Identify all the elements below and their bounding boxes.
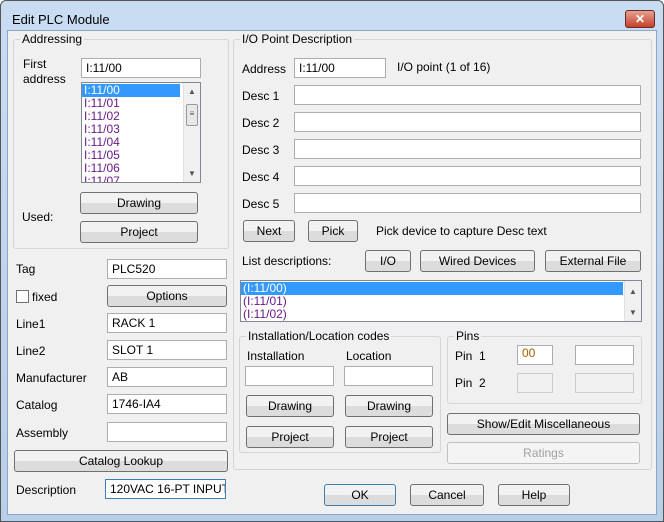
installation-input[interactable] xyxy=(245,366,334,386)
manufacturer-label: Manufacturer xyxy=(16,371,87,385)
installation-label: Installation xyxy=(247,349,305,363)
fixed-checkbox[interactable] xyxy=(16,290,29,303)
first-address-label: First address xyxy=(23,57,66,86)
pick-button[interactable]: Pick xyxy=(308,220,358,242)
used-project-button[interactable]: Project xyxy=(80,221,198,243)
tag-label: Tag xyxy=(16,262,36,276)
line2-input[interactable]: SLOT 1 xyxy=(107,340,227,360)
options-button[interactable]: Options xyxy=(107,285,227,307)
location-drawing-button[interactable]: Drawing xyxy=(345,395,433,417)
address-input[interactable]: I:11/00 xyxy=(294,58,386,78)
line1-input[interactable]: RACK 1 xyxy=(107,313,227,333)
desc2-label: Desc 2 xyxy=(242,116,280,130)
io-button[interactable]: I/O xyxy=(365,250,411,272)
catalog-lookup-button[interactable]: Catalog Lookup xyxy=(14,450,228,472)
desc2-input[interactable] xyxy=(294,112,641,132)
list-item[interactable]: (I:11/02) xyxy=(241,308,641,321)
external-file-button[interactable]: External File xyxy=(545,250,641,272)
pin1-input[interactable]: 00 xyxy=(517,345,553,365)
addressing-legend: Addressing xyxy=(20,32,85,46)
desc4-label: Desc 4 xyxy=(242,170,280,184)
pin2-label: Pin 2 xyxy=(455,376,486,390)
show-edit-miscellaneous-button[interactable]: Show/Edit Miscellaneous xyxy=(447,413,640,435)
desc1-input[interactable] xyxy=(294,85,641,105)
first-address-input[interactable]: I:11/00 xyxy=(81,58,201,78)
ratings-button[interactable]: Ratings xyxy=(447,442,640,464)
tag-input[interactable]: PLC520 xyxy=(107,259,227,279)
pin2-input[interactable] xyxy=(517,373,553,393)
line1-label: Line1 xyxy=(16,317,46,331)
catalog-input[interactable]: 1746-IA4 xyxy=(107,394,227,414)
fixed-label: fixed xyxy=(32,290,58,304)
pick-hint: Pick device to capture Desc text xyxy=(376,224,547,238)
io-point-info: I/O point (1 of 16) xyxy=(397,60,491,74)
location-label: Location xyxy=(346,349,392,363)
location-project-button[interactable]: Project xyxy=(345,426,433,448)
installation-project-button[interactable]: Project xyxy=(246,426,334,448)
desc4-input[interactable] xyxy=(294,166,641,186)
pins-legend: Pins xyxy=(454,329,482,343)
address-label: Address xyxy=(242,62,287,76)
pin1-label: Pin 1 xyxy=(455,349,486,363)
desc5-label: Desc 5 xyxy=(242,197,280,211)
desc3-label: Desc 3 xyxy=(242,143,280,157)
location-input[interactable] xyxy=(344,366,433,386)
list-item[interactable]: (I:11/01) xyxy=(241,295,641,308)
window-title: Edit PLC Module xyxy=(12,12,110,27)
used-label: Used: xyxy=(22,210,54,224)
description-label: Description xyxy=(16,483,77,497)
installation-legend: Installation/Location codes xyxy=(246,329,392,343)
scrollbar[interactable]: ▲ ▼ xyxy=(624,281,641,321)
pin1-secondary-input[interactable] xyxy=(575,345,634,365)
cancel-button[interactable]: Cancel xyxy=(410,484,484,506)
desc5-input[interactable] xyxy=(294,193,641,213)
address-listbox[interactable]: I:11/00 I:11/01 I:11/02 I:11/03 I:11/04 … xyxy=(81,82,201,183)
desc3-input[interactable] xyxy=(294,139,641,159)
desc1-label: Desc 1 xyxy=(242,89,280,103)
list-item[interactable]: (I:11/00) xyxy=(241,282,623,295)
io-point-legend: I/O Point Description xyxy=(240,32,355,46)
used-drawing-button[interactable]: Drawing xyxy=(80,192,198,214)
ok-button[interactable]: OK xyxy=(324,484,396,506)
catalog-label: Catalog xyxy=(16,398,58,412)
next-button[interactable]: Next xyxy=(243,220,295,242)
pin2-secondary-input[interactable] xyxy=(575,373,634,393)
scrollbar[interactable]: ▲ ≡ ▼ xyxy=(183,83,200,182)
description-input[interactable]: 120VAC 16-PT INPUT xyxy=(105,479,226,499)
wired-devices-button[interactable]: Wired Devices xyxy=(420,250,535,272)
assembly-input[interactable] xyxy=(107,422,227,442)
description-listbox[interactable]: (I:11/00) (I:11/01) (I:11/02) ▲ ▼ xyxy=(240,280,642,322)
help-button[interactable]: Help xyxy=(498,484,570,506)
assembly-label: Assembly xyxy=(16,426,69,440)
manufacturer-input[interactable]: AB xyxy=(107,367,227,387)
installation-drawing-button[interactable]: Drawing xyxy=(246,395,334,417)
line2-label: Line2 xyxy=(16,344,46,358)
list-descriptions-label: List descriptions: xyxy=(242,254,332,268)
close-button[interactable]: ✕ xyxy=(625,10,655,28)
